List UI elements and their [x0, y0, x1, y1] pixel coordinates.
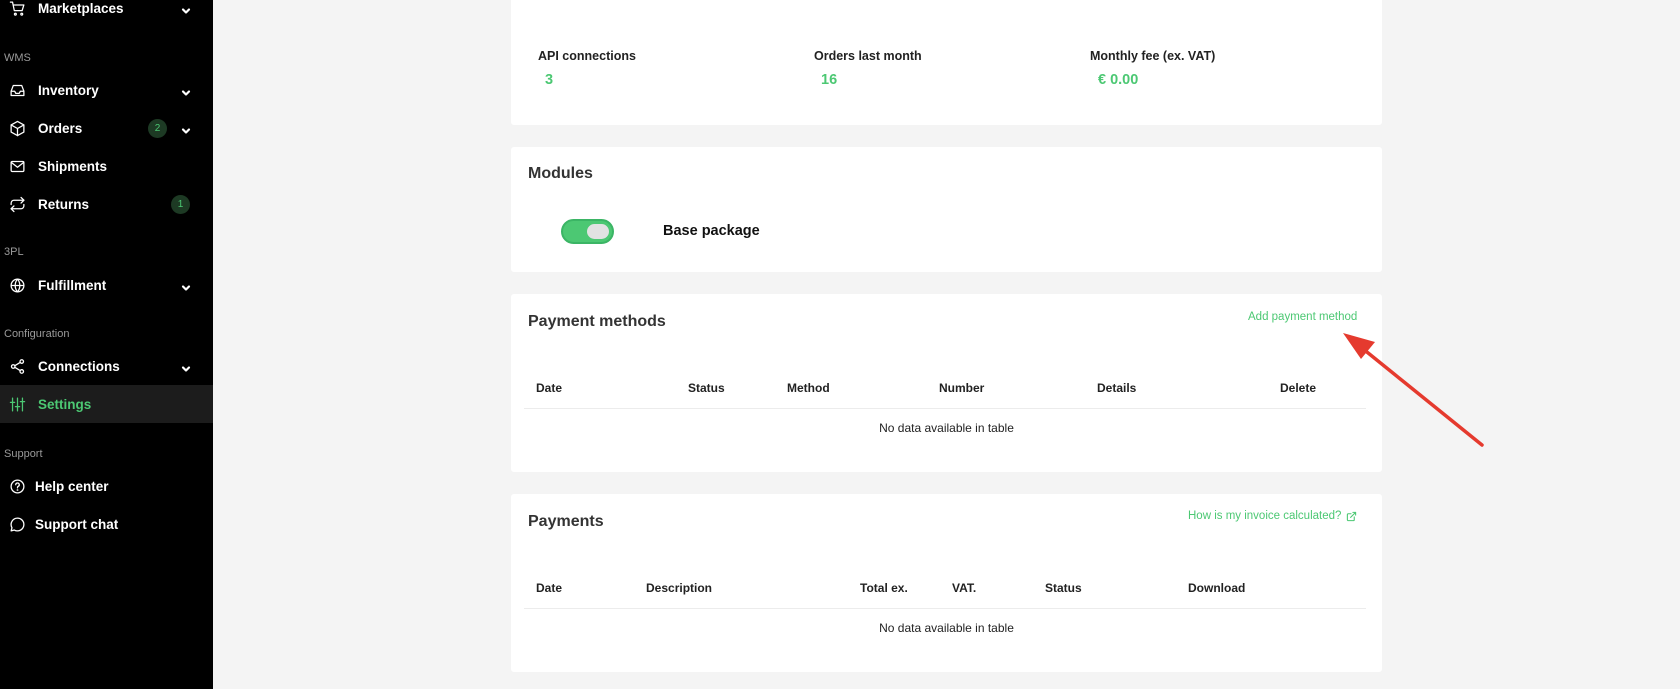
sidebar-item-label: Support chat: [35, 516, 119, 532]
stat-value-orders-last-month: 16: [821, 72, 838, 88]
table-divider: [524, 408, 1366, 409]
payments-title: Payments: [528, 513, 604, 530]
invoice-calculation-link[interactable]: How is my invoice calculated?: [1188, 510, 1357, 522]
column-header-method[interactable]: Method: [787, 381, 830, 395]
sidebar-item-label: Fulfillment: [38, 277, 107, 293]
column-header-date[interactable]: Date: [536, 381, 562, 395]
empty-table-message: No data available in table: [879, 621, 1014, 635]
column-header-description[interactable]: Description: [646, 581, 712, 595]
sidebar-item-returns[interactable]: Returns 1: [0, 185, 213, 223]
section-label-3pl: 3PL: [4, 246, 24, 258]
section-label-wms: WMS: [4, 52, 31, 64]
section-label-configuration: Configuration: [4, 328, 70, 340]
stat-value-monthly-fee: € 0.00: [1098, 72, 1139, 88]
mail-icon: [8, 157, 26, 175]
sidebar-item-label: Shipments: [38, 158, 108, 174]
chat-bubble-icon: [8, 515, 26, 533]
sidebar-item-shipments[interactable]: Shipments: [0, 147, 213, 185]
stat-label-api-connections: API connections: [538, 49, 636, 63]
sidebar: Marketplaces WMS Inventory Orders 2 Ship…: [0, 0, 213, 689]
toggle-knob: [587, 224, 609, 239]
stats-card: API connections 3 Orders last month 16 M…: [511, 0, 1382, 125]
sidebar-item-fulfillment[interactable]: Fulfillment: [0, 266, 213, 304]
chevron-down-icon: [181, 280, 191, 291]
inbox-icon: [8, 81, 26, 99]
sidebar-item-label: Orders: [38, 120, 83, 136]
stat-label-monthly-fee: Monthly fee (ex. VAT): [1090, 49, 1216, 63]
empty-table-message: No data available in table: [879, 421, 1014, 435]
sidebar-item-support-chat[interactable]: Support chat: [0, 505, 213, 543]
sidebar-item-label: Settings: [38, 396, 92, 412]
section-label-support: Support: [4, 448, 43, 460]
base-package-label: Base package: [663, 223, 760, 239]
globe-icon: [8, 276, 26, 294]
sidebar-item-label: Connections: [38, 358, 120, 374]
stat-label-orders-last-month: Orders last month: [814, 49, 922, 63]
cart-icon: [8, 0, 26, 17]
payments-card: Payments How is my invoice calculated? D…: [511, 494, 1382, 672]
sidebar-item-label: Marketplaces: [38, 0, 124, 16]
returns-count-badge: 1: [171, 194, 190, 214]
modules-title: Modules: [528, 165, 593, 182]
payment-methods-title: Payment methods: [528, 313, 666, 330]
sidebar-item-help-center[interactable]: Help center: [0, 467, 213, 505]
sidebar-item-marketplaces[interactable]: Marketplaces: [0, 0, 213, 27]
stat-value-api-connections: 3: [545, 72, 554, 88]
sliders-icon: [8, 395, 26, 413]
column-header-status[interactable]: Status: [688, 381, 725, 395]
sidebar-item-label: Returns: [38, 196, 90, 212]
column-header-delete[interactable]: Delete: [1280, 381, 1316, 395]
sidebar-item-orders[interactable]: Orders 2: [0, 109, 213, 147]
orders-count-badge: 2: [148, 118, 167, 138]
column-header-total-ex[interactable]: Total ex.: [860, 581, 908, 595]
column-header-vat[interactable]: VAT.: [952, 581, 976, 595]
column-header-status[interactable]: Status: [1045, 581, 1082, 595]
column-header-date[interactable]: Date: [536, 581, 562, 595]
chevron-down-icon: [181, 123, 191, 134]
column-header-download[interactable]: Download: [1188, 581, 1245, 595]
column-header-details[interactable]: Details: [1097, 381, 1136, 395]
sidebar-item-label: Inventory: [38, 82, 99, 98]
sidebar-item-connections[interactable]: Connections: [0, 347, 213, 385]
modules-card: Modules Base package: [511, 147, 1382, 272]
table-divider: [524, 608, 1366, 609]
chevron-down-icon: [181, 3, 191, 14]
box-icon: [8, 119, 26, 137]
base-package-toggle[interactable]: [561, 219, 614, 244]
external-link-icon: [1346, 511, 1357, 522]
sidebar-item-inventory[interactable]: Inventory: [0, 71, 213, 109]
repeat-icon: [8, 195, 26, 213]
payment-methods-card: Payment methods Add payment method Date …: [511, 294, 1382, 472]
add-payment-method-link[interactable]: Add payment method: [1248, 311, 1357, 323]
chevron-down-icon: [181, 361, 191, 372]
column-header-number[interactable]: Number: [939, 381, 984, 395]
sidebar-item-settings[interactable]: Settings: [0, 385, 213, 423]
share-icon: [8, 357, 26, 375]
invoice-calculation-link-label: How is my invoice calculated?: [1188, 510, 1342, 522]
sidebar-item-label: Help center: [35, 478, 109, 494]
help-circle-icon: [8, 477, 26, 495]
chevron-down-icon: [181, 85, 191, 96]
